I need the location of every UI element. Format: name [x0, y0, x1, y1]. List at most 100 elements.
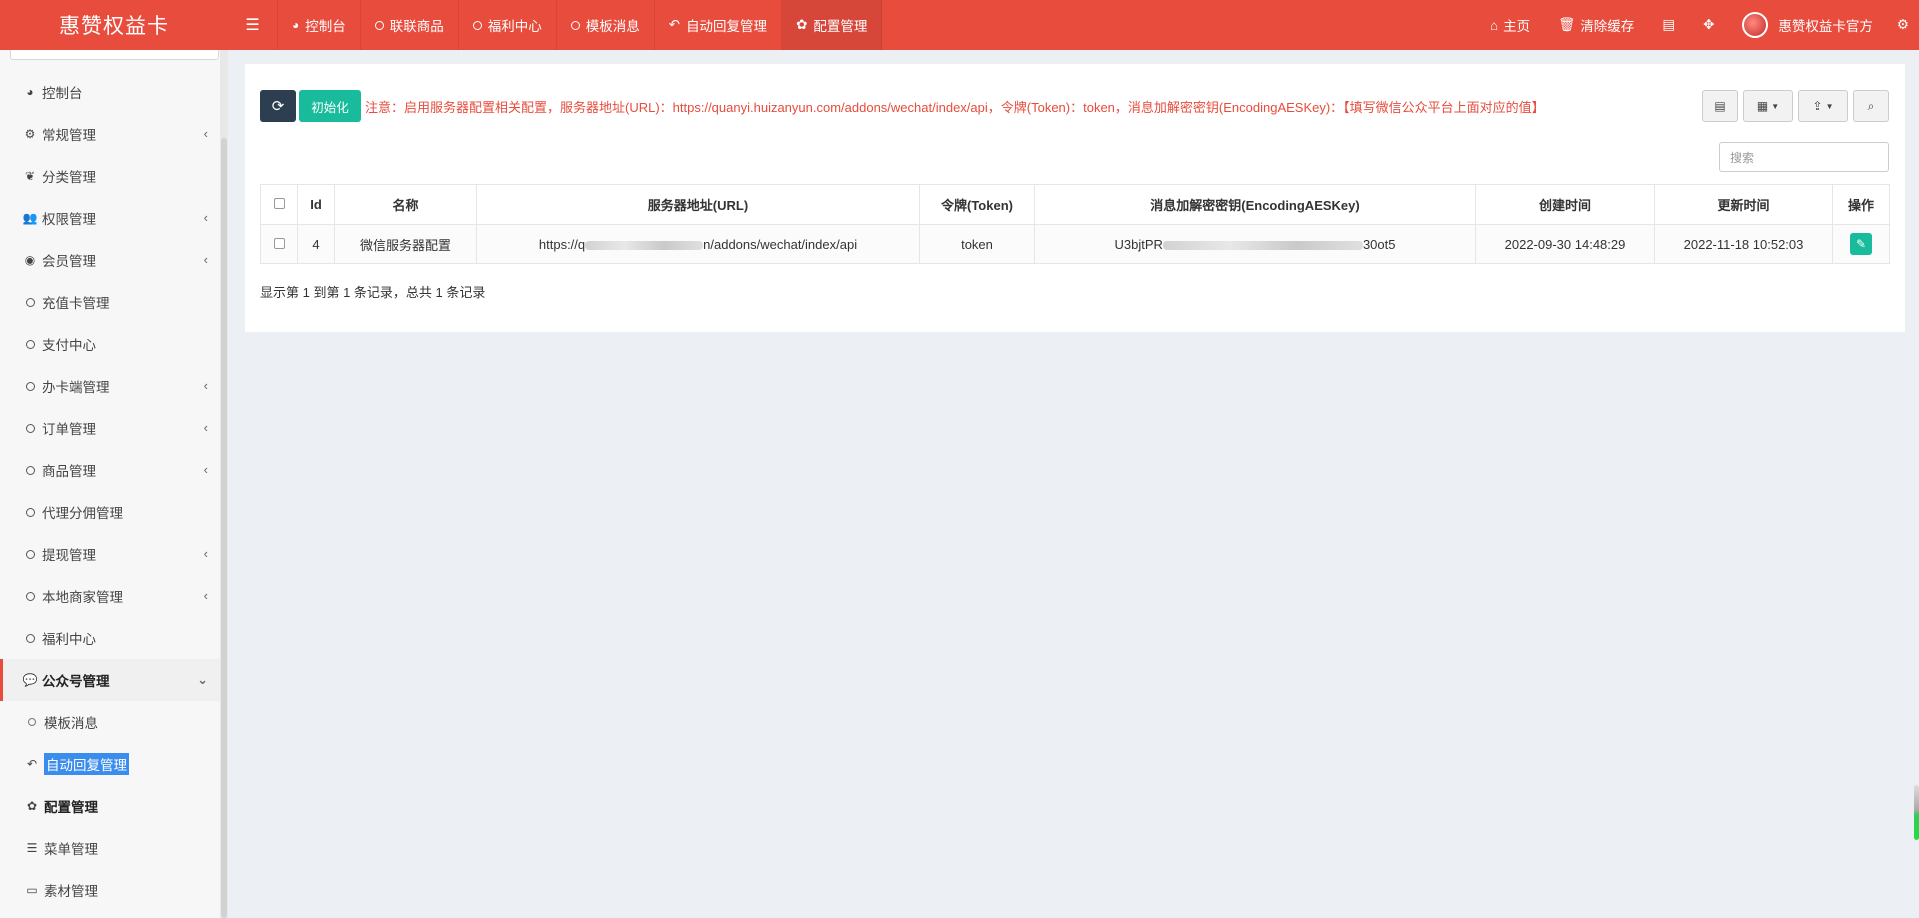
- sidebar-item-goods[interactable]: 商品管理 ‹: [0, 449, 220, 491]
- row-checkbox[interactable]: [273, 237, 285, 249]
- dashboard-icon: ◕: [292, 18, 300, 32]
- topnav-item-welfare[interactable]: 福利中心: [459, 0, 557, 50]
- sidebar-item-wechat[interactable]: 💬 公众号管理 ⌄: [0, 659, 220, 701]
- list-icon: ☰: [26, 841, 38, 855]
- toggle-view-button[interactable]: ▤: [1702, 90, 1738, 122]
- header-updated[interactable]: 更新时间: [1654, 184, 1833, 225]
- sidebar-toggle-button[interactable]: ☰: [228, 0, 278, 50]
- brand-logo[interactable]: 惠赞权益卡: [0, 0, 228, 50]
- header-id[interactable]: Id: [297, 184, 335, 225]
- top-nav: ☰ ◕ 控制台 联联商品 福利中心 模板消息 ↶ 自动回复管理 ✿ 配置管理: [228, 0, 883, 50]
- pencil-icon: ✎: [1855, 237, 1867, 251]
- search-input[interactable]: 搜索: [1719, 142, 1889, 172]
- sidebar-scrollbar[interactable]: [220, 50, 228, 918]
- cell-actions: ✎: [1832, 224, 1890, 264]
- table-view-icon: ▤: [1714, 99, 1726, 113]
- redacted-text: [1162, 240, 1363, 250]
- circle-icon: [570, 20, 580, 30]
- config-notice: 注意：启用服务器配置相关配置，服务器地址(URL)：https://quanyi…: [365, 100, 1545, 115]
- sidebar-item-dashboard[interactable]: ◕ 控制台: [0, 71, 220, 113]
- fullscreen-icon: ✥: [1703, 17, 1715, 32]
- refresh-button[interactable]: ⟳: [260, 90, 296, 122]
- sidebar-item-welfare[interactable]: 福利中心: [0, 617, 220, 659]
- reply-icon: ↶: [668, 17, 681, 32]
- select-all-checkbox-cell[interactable]: [260, 184, 298, 225]
- scroll-indicator: [1914, 785, 1919, 840]
- sidebar-item-card-client[interactable]: 办卡端管理 ‹: [0, 365, 220, 407]
- sidebar-item-agent[interactable]: 代理分佣管理: [0, 491, 220, 533]
- settings-button[interactable]: ⚙: [1887, 0, 1919, 50]
- home-link[interactable]: ⌂ 主页: [1476, 0, 1544, 50]
- fullscreen-button[interactable]: ✥: [1689, 0, 1728, 50]
- header-name[interactable]: 名称: [334, 184, 477, 225]
- header-created[interactable]: 创建时间: [1475, 184, 1655, 225]
- edit-button[interactable]: ✎: [1850, 233, 1872, 255]
- sidebar-search-input[interactable]: [10, 50, 219, 60]
- topnav-item-config[interactable]: ✿ 配置管理: [782, 0, 883, 50]
- dashboard-icon: ◕: [26, 85, 34, 99]
- export-button[interactable]: ⇪ ▼: [1798, 90, 1848, 122]
- table-header-row: Id 名称 服务器地址(URL) 令牌(Token) 消息加解密密钥(Encod…: [260, 184, 1890, 225]
- circle-icon: [28, 718, 36, 726]
- header-aeskey[interactable]: 消息加解密密钥(EncodingAESKey): [1034, 184, 1476, 225]
- leaf-icon: ❦: [24, 169, 36, 183]
- sidebar-item-local-merchant[interactable]: 本地商家管理 ‹: [0, 575, 220, 617]
- header-actions: 操作: [1832, 184, 1890, 225]
- init-button[interactable]: 初始化: [299, 90, 361, 122]
- page-scrollbar[interactable]: [1913, 50, 1919, 918]
- topnav-item-autoreply[interactable]: ↶ 自动回复管理: [655, 0, 783, 50]
- sidebar-item-member[interactable]: ◉ 会员管理 ‹: [0, 239, 220, 281]
- user-menu[interactable]: 惠赞权益卡官方: [1728, 0, 1887, 50]
- cell-created: 2022-09-30 14:48:29: [1475, 224, 1655, 264]
- home-icon: ⌂: [1490, 17, 1499, 33]
- sidebar-item-payment[interactable]: 支付中心: [0, 323, 220, 365]
- sidebar-item-material[interactable]: ▭ 素材管理: [0, 869, 220, 911]
- chevron-left-icon: ‹: [203, 546, 208, 561]
- circle-icon: [25, 633, 35, 643]
- cogs-icon: ⚙: [1896, 17, 1909, 32]
- reply-icon: ↶: [26, 757, 38, 771]
- row-checkbox-cell[interactable]: [260, 224, 298, 264]
- sidebar-menu: ◕ 控制台 ⚙ 常规管理 ‹ ❦ 分类管理 👥 权限管理 ‹ ◉ 会员管理 ‹ …: [0, 71, 220, 911]
- cell-name: 微信服务器配置: [334, 224, 477, 264]
- sidebar-item-order[interactable]: 订单管理 ‹: [0, 407, 220, 449]
- sidebar-item-config[interactable]: ✿ 配置管理: [0, 785, 220, 827]
- cell-token: token: [919, 224, 1035, 264]
- top-right-menu: ⌂ 主页 🗑 清除缓存 ▤ ✥ 惠赞权益卡官方 ⚙: [1476, 0, 1919, 50]
- scrollbar-thumb[interactable]: [221, 138, 227, 918]
- sidebar-item-menu[interactable]: ☰ 菜单管理: [0, 827, 220, 869]
- circle-icon: [25, 297, 35, 307]
- header-url[interactable]: 服务器地址(URL): [476, 184, 920, 225]
- chevron-left-icon: ‹: [203, 126, 208, 141]
- language-button[interactable]: ▤: [1648, 0, 1689, 50]
- sidebar-item-template-msg[interactable]: 模板消息: [0, 701, 220, 743]
- search-toggle-button[interactable]: ⌕: [1853, 90, 1889, 122]
- sidebar-item-general[interactable]: ⚙ 常规管理 ‹: [0, 113, 220, 155]
- chevron-left-icon: ‹: [203, 462, 208, 477]
- circle-icon: [25, 549, 35, 559]
- config-table: Id 名称 服务器地址(URL) 令牌(Token) 消息加解密密钥(Encod…: [260, 184, 1890, 264]
- circle-icon: [25, 507, 35, 517]
- topnav-item-lianlian[interactable]: 联联商品: [361, 0, 459, 50]
- sidebar-item-withdraw[interactable]: 提现管理 ‹: [0, 533, 220, 575]
- circle-icon: [25, 465, 35, 475]
- trash-icon: 🗑: [1558, 17, 1576, 32]
- header-token[interactable]: 令牌(Token): [919, 184, 1035, 225]
- main-content: ⟳ 初始化 注意：启用服务器配置相关配置，服务器地址(URL)：https://…: [228, 50, 1919, 918]
- chevron-left-icon: ‹: [203, 378, 208, 393]
- hamburger-icon: ☰: [245, 17, 260, 34]
- columns-button[interactable]: ▦ ▼: [1743, 90, 1793, 122]
- sidebar-item-auth[interactable]: 👥 权限管理 ‹: [0, 197, 220, 239]
- avatar: [1742, 12, 1769, 38]
- export-icon: ⇪: [1812, 99, 1823, 113]
- chevron-left-icon: ‹: [203, 252, 208, 267]
- sidebar-item-recharge[interactable]: 充值卡管理: [0, 281, 220, 323]
- topnav-item-template[interactable]: 模板消息: [557, 0, 655, 50]
- sidebar-item-category[interactable]: ❦ 分类管理: [0, 155, 220, 197]
- clear-cache-button[interactable]: 🗑 清除缓存: [1544, 0, 1648, 50]
- sidebar-item-autoreply[interactable]: ↶ 自动回复管理: [0, 743, 220, 785]
- cogs-icon: ⚙: [24, 127, 36, 141]
- topnav-item-dashboard[interactable]: ◕ 控制台: [278, 0, 361, 50]
- chevron-down-icon: ⌄: [197, 672, 208, 687]
- select-all-checkbox[interactable]: [273, 198, 285, 209]
